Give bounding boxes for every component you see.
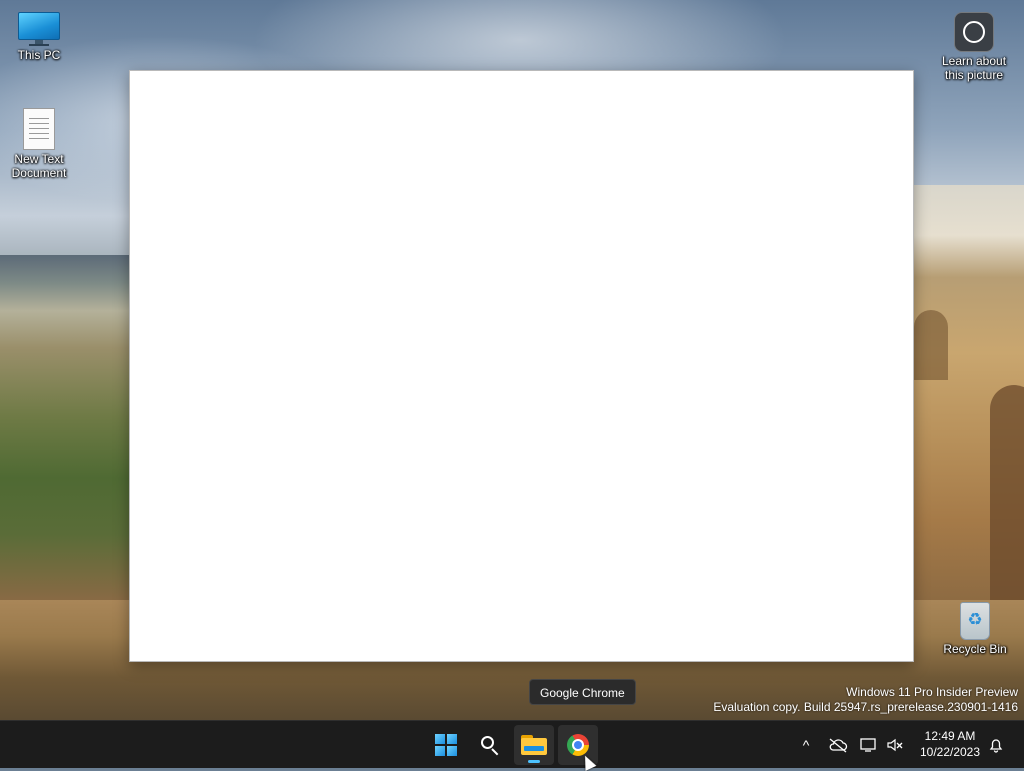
start-button[interactable]	[426, 725, 466, 765]
network-icon	[860, 738, 876, 752]
watermark-line-1: Windows 11 Pro Insider Preview	[846, 685, 1018, 699]
chevron-up-icon: ^	[802, 737, 810, 753]
desktop-icon-recycle-bin[interactable]: ♻ Recycle Bin	[937, 598, 1013, 656]
desktop-icon-learn-about-picture[interactable]: Learn about this picture	[936, 12, 1012, 82]
blank-window[interactable]	[129, 70, 914, 662]
notifications-button[interactable]	[984, 733, 1008, 757]
cloud-offline-icon	[829, 738, 848, 753]
network-tray-button[interactable]	[857, 733, 881, 757]
text-document-icon	[23, 108, 55, 150]
desktop-icon-this-pc[interactable]: This PC	[1, 12, 77, 62]
desktop-icon-new-text-document[interactable]: New Text Document	[1, 108, 77, 180]
wallpaper-arch-small	[914, 310, 948, 380]
watermark-line-2: Evaluation copy. Build 25947.rs_prerelea…	[713, 700, 1018, 714]
volume-tray-button[interactable]	[883, 733, 907, 757]
windows-watermark: Windows 11 Pro Insider Preview Evaluatio…	[713, 685, 1018, 715]
show-hidden-icons-button[interactable]: ^	[794, 733, 818, 757]
running-indicator	[528, 760, 540, 763]
desktop-icon-label: Recycle Bin	[943, 642, 1007, 656]
recycle-bin-icon: ♻	[958, 598, 992, 640]
clock[interactable]: 12:49 AM 10/22/2023	[912, 728, 988, 760]
desktop-icon-label: This PC	[17, 48, 61, 62]
search-icon	[481, 736, 499, 756]
monitor-icon	[18, 12, 60, 46]
windows-start-icon	[435, 734, 457, 756]
volume-muted-icon	[887, 738, 903, 752]
chrome-icon	[567, 734, 589, 756]
clock-date: 10/22/2023	[919, 745, 981, 759]
chrome-tooltip: Google Chrome	[529, 679, 636, 705]
file-explorer-icon	[521, 735, 547, 755]
desktop-icon-label: New Text Document	[11, 152, 67, 180]
search-button[interactable]	[470, 725, 510, 765]
onedrive-tray-button[interactable]	[826, 733, 850, 757]
taskbar: ^ 12:49 AM 10/22/2023	[0, 720, 1024, 768]
clock-time: 12:49 AM	[924, 729, 976, 743]
camera-info-icon	[954, 12, 994, 52]
desktop-icon-label: Learn about this picture	[941, 54, 1007, 82]
bell-icon	[989, 739, 1003, 753]
wallpaper-arch	[990, 385, 1024, 605]
file-explorer-button[interactable]	[514, 725, 554, 765]
